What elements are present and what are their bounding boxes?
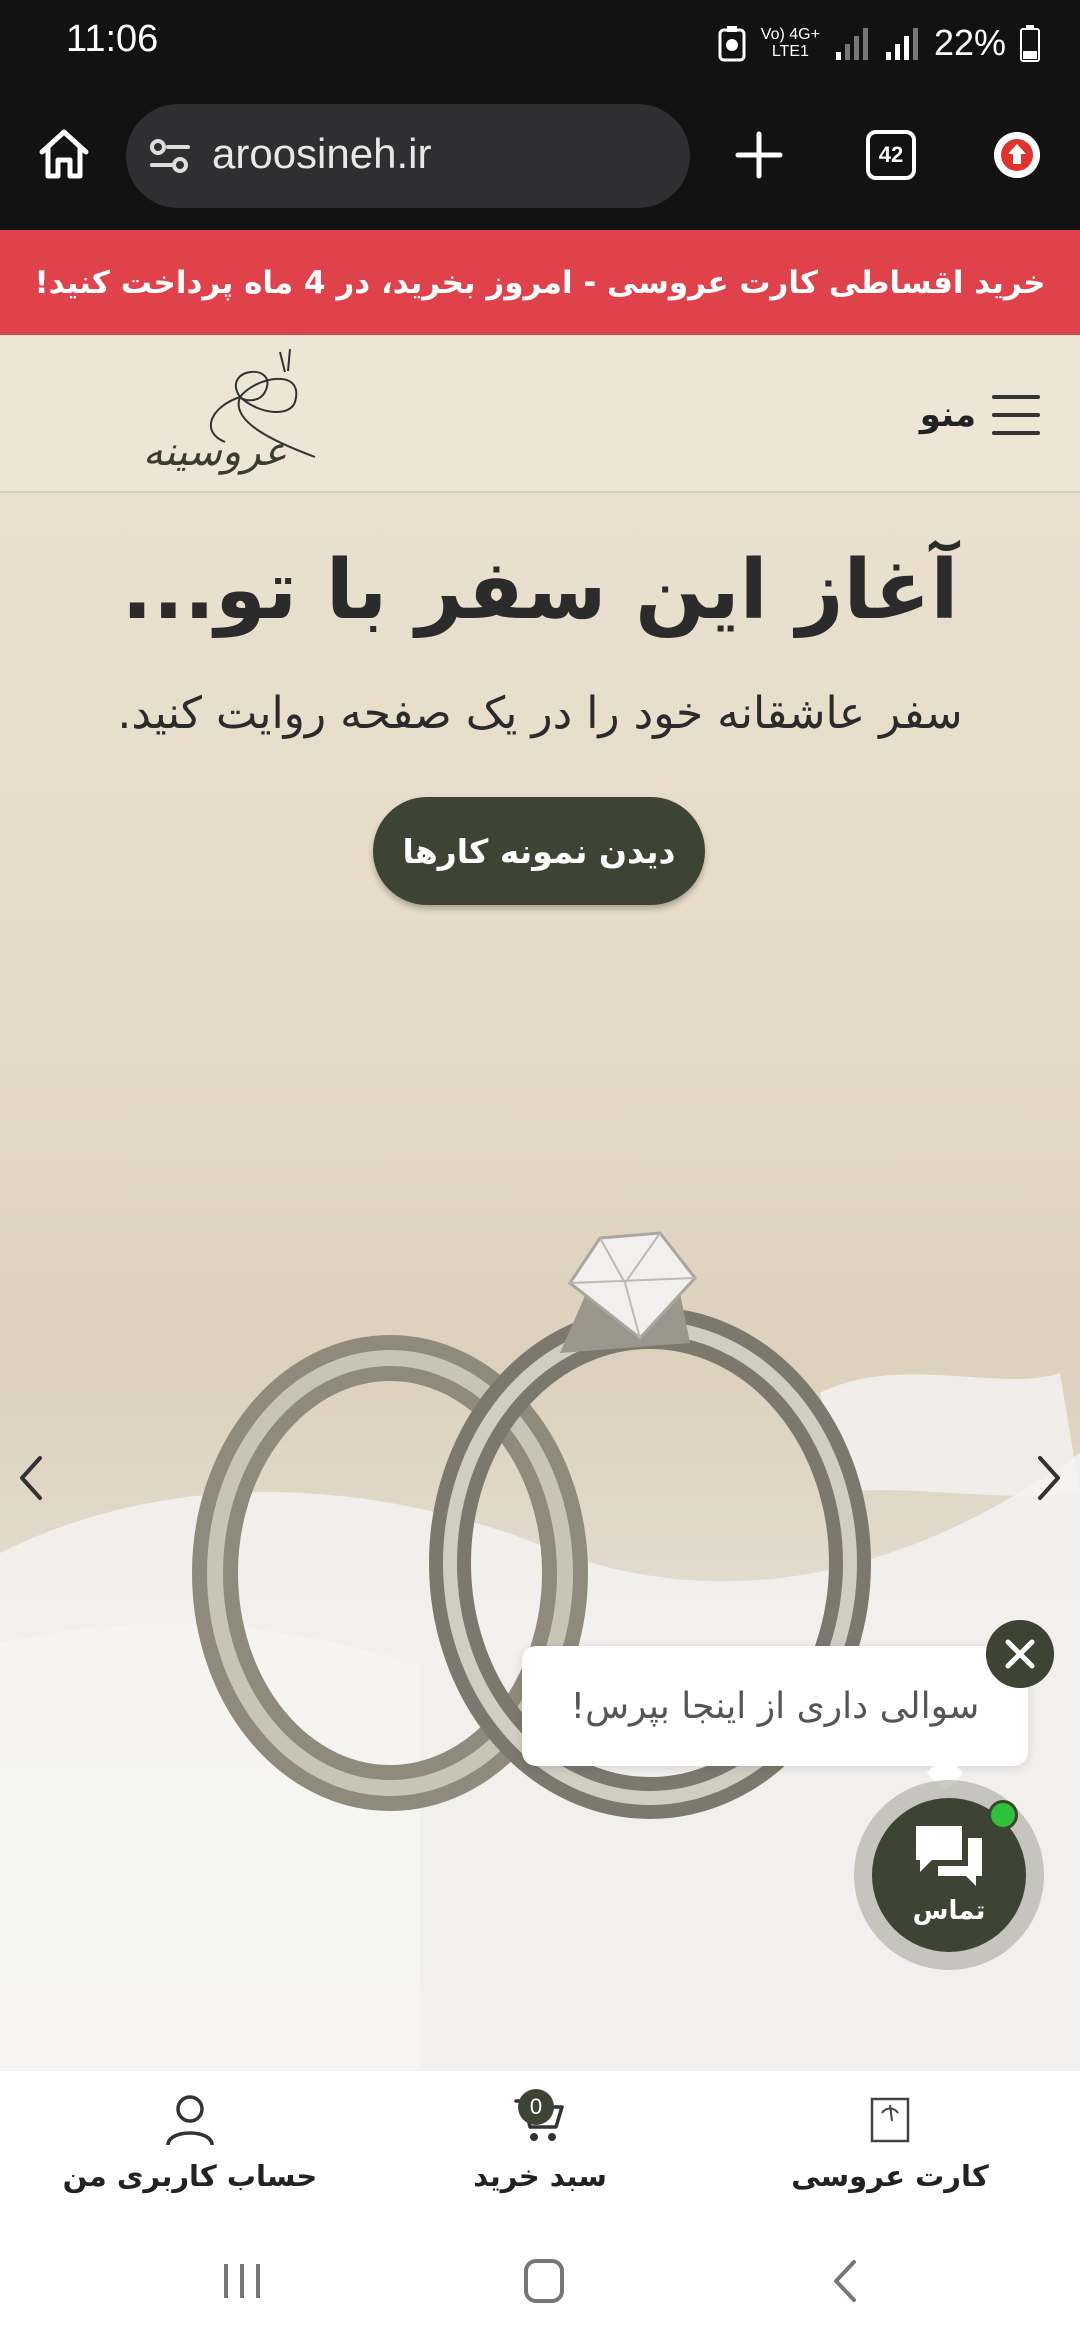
nav-label: کارت عروسی [791, 2159, 989, 2193]
nav-wedding-card[interactable]: کارت عروسی [720, 2091, 1060, 2211]
site-settings-icon[interactable] [148, 134, 192, 178]
new-tab-icon[interactable] [730, 126, 788, 184]
site-header: منو عروسینه [0, 335, 1080, 493]
user-icon [166, 2095, 214, 2146]
network-type: Vo) 4G+ LTE1 [760, 26, 820, 60]
recent-apps-icon[interactable] [212, 2256, 272, 2306]
hero-title: آغاز این سفر با تو... [121, 543, 959, 638]
home-icon[interactable] [34, 124, 94, 184]
hero-subtitle: سفر عاشقانه خود را در یک صفحه روایت کنید… [117, 688, 963, 739]
nav-cart[interactable]: 0 سبد خرید [370, 2089, 710, 2211]
menu-label: منو [919, 395, 976, 435]
status-time: 11:06 [66, 18, 159, 60]
cart-count-badge: 0 [518, 2089, 554, 2125]
battery-icon [1020, 25, 1040, 62]
update-icon[interactable] [994, 132, 1040, 178]
online-status-dot [988, 1800, 1018, 1830]
promo-text: خرید اقساطی کارت عروسی - امروز بخرید، در… [34, 264, 1046, 301]
menu-button[interactable]: منو [920, 387, 1040, 443]
view-samples-button[interactable]: دیدن نمونه کارها [373, 797, 705, 905]
chat-icon [916, 1826, 982, 1886]
status-icons: Vo) 4G+ LTE1 22% [717, 18, 1040, 68]
chevron-left-icon[interactable] [10, 1448, 50, 1508]
back-icon[interactable] [818, 2256, 878, 2306]
nav-my-account[interactable]: حساب کاربری من [20, 2091, 360, 2211]
bottom-navigation: کارت عروسی 0 سبد خرید حساب کاربری من [0, 2070, 1080, 2220]
wedding-card-icon [870, 2097, 910, 2143]
chevron-right-icon[interactable] [1030, 1448, 1070, 1508]
url-text[interactable]: aroosineh.ir [212, 130, 431, 178]
system-navigation-bar [0, 2220, 1080, 2340]
tab-switcher-button[interactable]: 42 [866, 130, 916, 180]
battery-percent: 22% [933, 22, 1006, 63]
hamburger-icon [992, 395, 1040, 435]
data-saver-icon [718, 26, 746, 62]
svg-text:عروسینه: عروسینه [143, 429, 287, 475]
nav-label: حساب کاربری من [62, 2159, 318, 2193]
chat-prompt-bubble[interactable]: سوالی داری از اینجا بپرس! [522, 1646, 1028, 1766]
close-icon[interactable] [986, 1620, 1054, 1688]
chat-fab-label: تماس [912, 1896, 986, 1926]
nav-label: سبد خرید [473, 2159, 607, 2193]
signal-icon-2 [885, 28, 918, 60]
chat-prompt-text: سوالی داری از اینجا بپرس! [570, 1685, 980, 1727]
installment-promo-banner[interactable]: خرید اقساطی کارت عروسی - امروز بخرید، در… [0, 230, 1080, 335]
signal-icon-1 [835, 28, 868, 60]
status-bar: 11:06 Vo) 4G+ LTE1 22% [0, 0, 1080, 88]
site-logo[interactable]: عروسینه [90, 347, 330, 487]
address-bar[interactable]: aroosineh.ir [126, 104, 690, 208]
browser-toolbar: aroosineh.ir 42 [0, 88, 1080, 230]
home-nav-icon[interactable] [514, 2256, 574, 2306]
